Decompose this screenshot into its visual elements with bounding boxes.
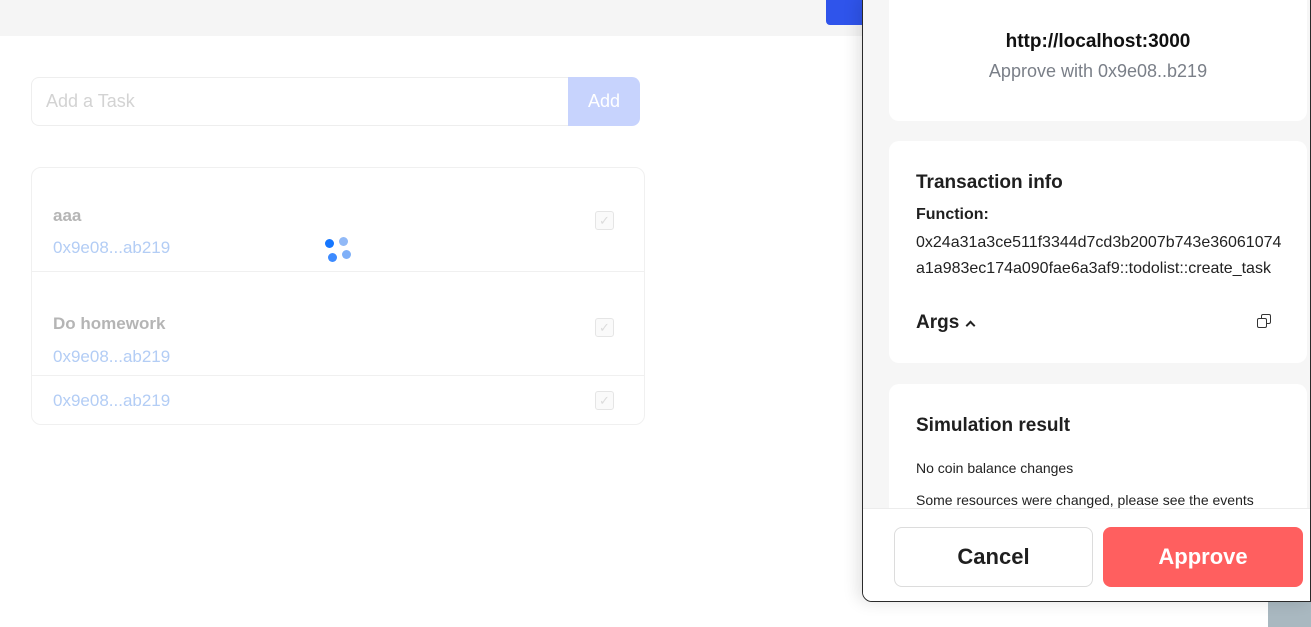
- simulation-result-title: Simulation result: [916, 415, 1071, 436]
- args-toggle[interactable]: Args: [916, 312, 976, 334]
- origin-icon: [1089, 0, 1107, 1]
- task-checkbox[interactable]: ✓: [595, 211, 614, 230]
- add-task-form: Add: [31, 77, 640, 126]
- task-checkbox[interactable]: ✓: [595, 318, 614, 337]
- copy-icon[interactable]: [1257, 314, 1273, 330]
- function-value: 0x24a31a3ce511f3344d7cd3b2007b743e360610…: [916, 234, 1282, 277]
- task-address-link[interactable]: 0x9e08...ab219: [53, 347, 170, 367]
- loading-spinner-icon: [325, 237, 353, 265]
- task-address-link[interactable]: 0x9e08...ab219: [53, 238, 170, 258]
- args-label: Args: [916, 312, 960, 333]
- check-icon: ✓: [599, 212, 610, 228]
- list-item: 0x9e08...ab219 ✓: [32, 376, 644, 424]
- wallet-approval-popup: http://localhost:3000 Approve with 0x9e0…: [862, 0, 1311, 602]
- task-input[interactable]: [31, 77, 568, 126]
- cancel-button[interactable]: Cancel: [894, 527, 1093, 587]
- simulation-line: Some resources were changed, please see …: [916, 492, 1254, 508]
- add-task-button[interactable]: Add: [568, 77, 640, 126]
- function-label: Function:: [916, 206, 989, 223]
- transaction-info-title: Transaction info: [916, 172, 1063, 193]
- origin-url: http://localhost:3000: [1005, 31, 1191, 52]
- approve-button[interactable]: Approve: [1103, 527, 1303, 587]
- task-list: aaa 0x9e08...ab219 ✓ Do homework 0x9e08.…: [31, 167, 645, 425]
- task-title: Do homework: [53, 314, 166, 333]
- list-item: Do homework 0x9e08...ab219 ✓: [32, 272, 644, 376]
- check-icon: ✓: [599, 319, 610, 335]
- task-title: aaa: [53, 206, 82, 225]
- origin-card: http://localhost:3000 Approve with 0x9e0…: [889, 0, 1307, 121]
- approve-account: Approve with 0x9e08..b219: [988, 61, 1208, 81]
- popup-footer: Cancel Approve: [863, 508, 1310, 601]
- task-checkbox[interactable]: ✓: [595, 391, 614, 410]
- chevron-up-icon: [965, 320, 976, 331]
- transaction-info-card: Transaction info Function: 0x24a31a3ce51…: [889, 141, 1307, 363]
- task-address-link[interactable]: 0x9e08...ab219: [53, 391, 170, 411]
- check-icon: ✓: [599, 392, 610, 408]
- simulation-line: No coin balance changes: [916, 460, 1074, 476]
- connect-wallet-button[interactable]: [826, 0, 866, 25]
